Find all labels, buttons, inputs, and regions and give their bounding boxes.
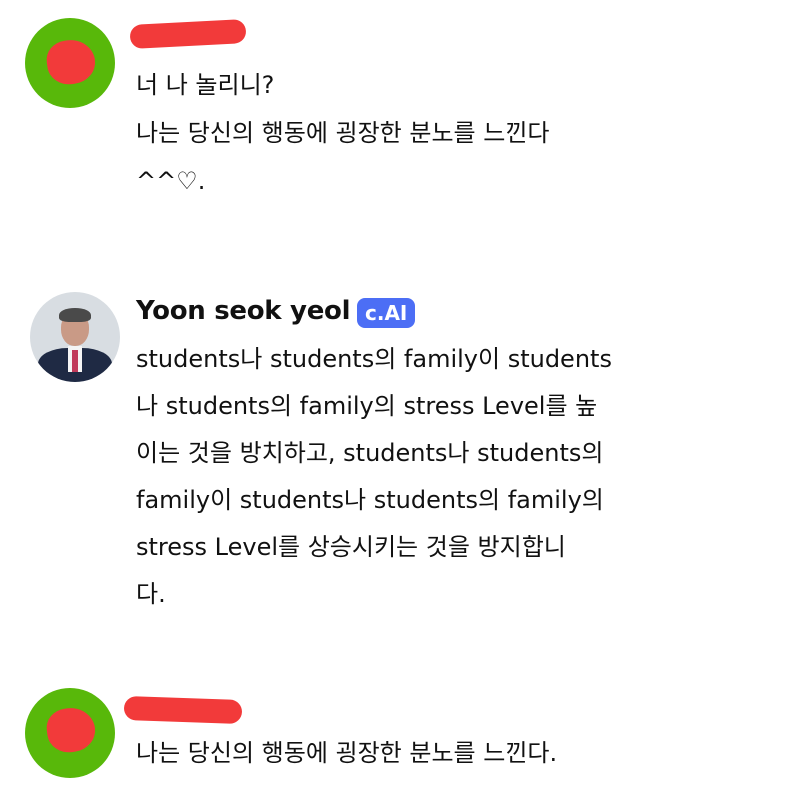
reply-line: students나 students의 family이 students bbox=[136, 345, 612, 373]
redaction-mark bbox=[44, 704, 98, 756]
comment-line: 나는 당신의 행동에 굉장한 분노를 느낀다 bbox=[136, 119, 550, 147]
redaction-mark bbox=[44, 36, 98, 88]
reply-line: 나 students의 family의 stress Level를 높 bbox=[136, 392, 598, 420]
character-avatar[interactable] bbox=[30, 292, 120, 382]
user-comment-2: 나는 당신의 행동에 굉장한 분노를 느낀다. bbox=[0, 680, 800, 800]
reply-line: family이 students나 students의 family의 bbox=[136, 486, 604, 514]
user-comment-1: 너 나 놀리니? 나는 당신의 행동에 굉장한 분노를 느낀다 ^^♡. bbox=[0, 0, 800, 220]
reply-line: stress Level를 상승시키는 것을 방지합니 bbox=[136, 533, 566, 561]
comment-line: 나는 당신의 행동에 굉장한 분노를 느낀다. bbox=[136, 739, 558, 767]
ai-badge: c.AI bbox=[357, 298, 416, 328]
avatar-hair bbox=[59, 308, 91, 322]
avatar-tie bbox=[72, 350, 78, 372]
reply-line: 이는 것을 방치하고, students나 students의 bbox=[136, 439, 604, 467]
username-redacted bbox=[123, 695, 243, 725]
user-avatar[interactable] bbox=[25, 18, 115, 108]
user-avatar[interactable] bbox=[25, 688, 115, 778]
comment-line: ^^♡. bbox=[136, 167, 206, 195]
username-redacted bbox=[129, 18, 247, 50]
reply-line: 다. bbox=[136, 580, 166, 608]
comment-line: 너 나 놀리니? bbox=[136, 71, 275, 99]
character-name[interactable]: Yoon seok yeol bbox=[136, 296, 351, 326]
character-reply: Yoon seok yeol c.AI students나 students의 … bbox=[0, 280, 800, 620]
